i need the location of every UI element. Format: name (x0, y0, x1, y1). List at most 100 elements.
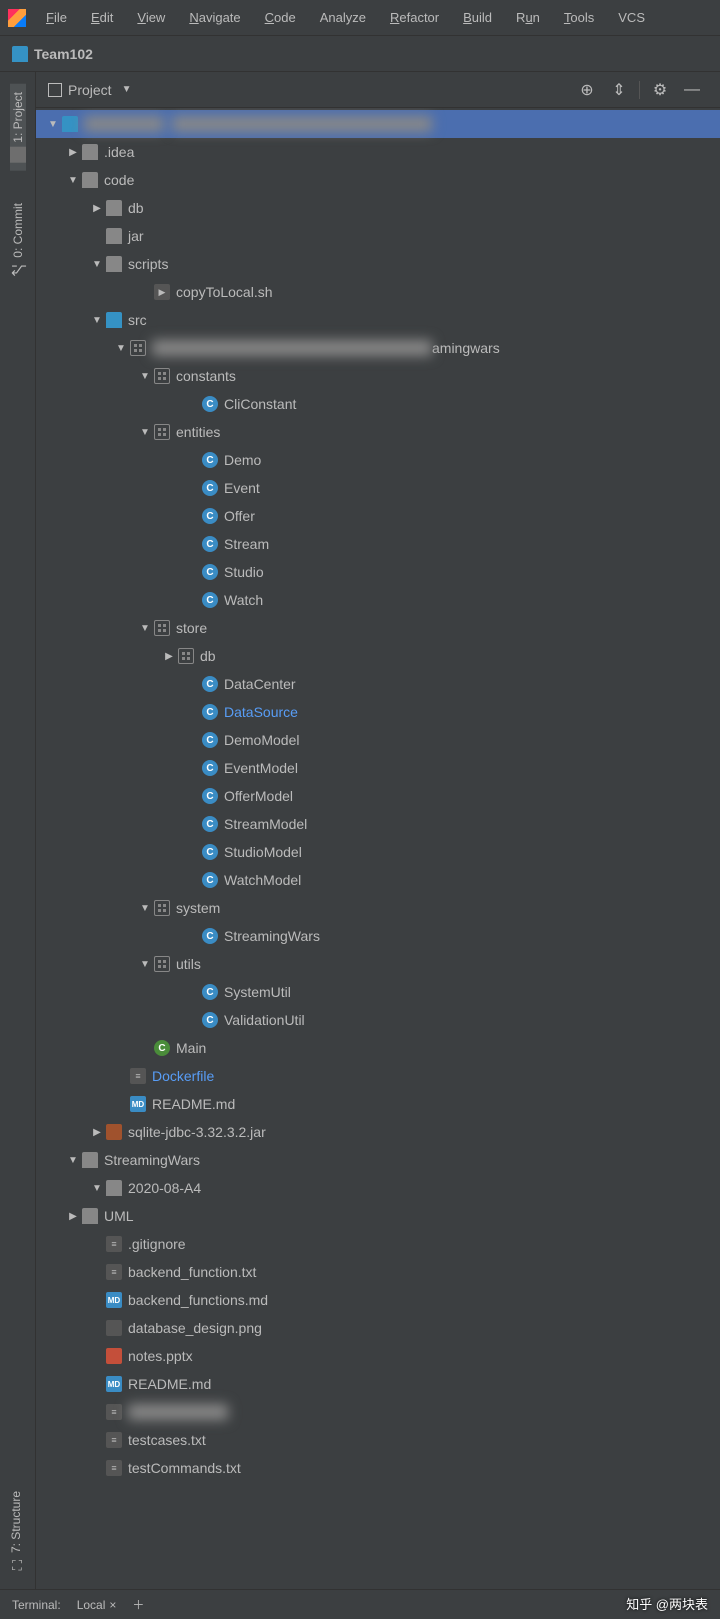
watermark: 知乎 @两块表 (626, 1594, 708, 1613)
class-icon: C (202, 984, 218, 1000)
menu-build[interactable]: Build (453, 6, 502, 29)
tree-item[interactable]: ▶CDataCenter (36, 670, 720, 698)
class-icon: C (202, 788, 218, 804)
folder-icon (12, 46, 28, 62)
tree-item[interactable]: ▶COfferModel (36, 782, 720, 810)
left-sidebar: 1: Project ⎇ 0: Commit (0, 72, 36, 1589)
sidebar-tab-commit[interactable]: ⎇ 0: Commit (10, 195, 26, 286)
tree-item[interactable]: ▶CStreamModel (36, 810, 720, 838)
class-icon: C (202, 928, 218, 944)
tree-item[interactable]: ▶CWatch (36, 586, 720, 614)
tree-item[interactable]: ▶CWatchModel (36, 866, 720, 894)
tree-item[interactable]: ▼src (36, 306, 720, 334)
tree-root[interactable]: ▼Team102 path (36, 110, 720, 138)
tree-item[interactable]: ▼entities (36, 418, 720, 446)
menu-vcs[interactable]: VCS (608, 6, 655, 29)
breadcrumb: Team102 (0, 36, 720, 72)
tree-item[interactable]: ▶≡testcases.txt (36, 1426, 720, 1454)
tree-item[interactable]: ▶CDemo (36, 446, 720, 474)
class-icon: C (202, 872, 218, 888)
locate-icon[interactable]: ⊕ (577, 80, 597, 100)
tree-item[interactable]: ▶CStream (36, 530, 720, 558)
hide-icon[interactable]: — (682, 80, 702, 100)
tree-item[interactable]: ▼utils (36, 950, 720, 978)
tree-item[interactable]: ▶▶copyToLocal.sh (36, 278, 720, 306)
menu-edit[interactable]: Edit (81, 6, 123, 29)
tree-item[interactable]: ▼constants (36, 362, 720, 390)
tree-item[interactable]: ▶notes.pptx (36, 1342, 720, 1370)
tree-item[interactable]: ▼2020-08-A4 (36, 1174, 720, 1202)
terminal-tab[interactable]: Terminal: (12, 1598, 61, 1612)
tree-item[interactable]: ▼StreamingWars (36, 1146, 720, 1174)
menu-refactor[interactable]: Refactor (380, 6, 449, 29)
folder-icon (106, 200, 122, 216)
tree-item[interactable]: ▶CCliConstant (36, 390, 720, 418)
tree-item[interactable]: ▶CDemoModel (36, 726, 720, 754)
terminal-add[interactable]: ＋ (132, 1596, 144, 1613)
tree-item[interactable]: ▶jar (36, 222, 720, 250)
tree-item[interactable]: ▶≡testCommands.txt (36, 1454, 720, 1482)
tree-item[interactable]: ▼system (36, 894, 720, 922)
structure-icon: ⛶ (8, 1557, 24, 1571)
tree-item[interactable]: ▶MDbackend_functions.md (36, 1286, 720, 1314)
tree-item[interactable]: ▶CStudioModel (36, 838, 720, 866)
file-ppt-icon (106, 1348, 122, 1364)
tree-item[interactable]: ▶CDataSource (36, 698, 720, 726)
menu-analyze[interactable]: Analyze (310, 6, 376, 29)
file-icon: ≡ (106, 1236, 122, 1252)
file-icon: ≡ (106, 1432, 122, 1448)
tree-item[interactable]: ▶db (36, 194, 720, 222)
settings-icon[interactable]: ⚙ (650, 80, 670, 100)
tree-item[interactable]: ▶MDREADME.md (36, 1370, 720, 1398)
folder-icon (106, 228, 122, 244)
class-icon: C (202, 1012, 218, 1028)
menu-run[interactable]: Run (506, 6, 550, 29)
collapse-all-icon[interactable]: ⇕ (609, 80, 629, 100)
tree-item[interactable]: ▶UML (36, 1202, 720, 1230)
sidebar-tab-project[interactable]: 1: Project (10, 84, 26, 171)
panel-header: Project ▼ ⊕ ⇕ ⚙ — (36, 72, 720, 108)
class-icon: C (202, 396, 218, 412)
class-icon: C (202, 536, 218, 552)
tree-item[interactable]: ▶sqlite-jdbc-3.32.3.2.jar (36, 1118, 720, 1146)
tree-item[interactable]: ▶db (36, 642, 720, 670)
file-jar-icon (106, 1124, 122, 1140)
commit-icon: ⎇ (10, 261, 26, 277)
tree-item[interactable]: ▶MDREADME.md (36, 1090, 720, 1118)
tree-item[interactable]: ▼edu...amingwars (36, 334, 720, 362)
tree-item[interactable]: ▼code (36, 166, 720, 194)
terminal-local-tab[interactable]: Local × (77, 1598, 117, 1612)
menu-file[interactable]: FFileile (36, 6, 77, 29)
tree-item[interactable]: ▶CValidationUtil (36, 1006, 720, 1034)
tree-item[interactable]: ▶≡Dockerfile (36, 1062, 720, 1090)
menu-view[interactable]: View (127, 6, 175, 29)
tree-item[interactable]: ▶≡.gitignore (36, 1230, 720, 1258)
panel-view-selector[interactable]: Project ▼ (48, 82, 131, 98)
tree-item[interactable]: ▼store (36, 614, 720, 642)
tree-item[interactable]: ▶CStudio (36, 558, 720, 586)
tree-item[interactable]: ▶≡backend_function.txt (36, 1258, 720, 1286)
menu-tools[interactable]: Tools (554, 6, 604, 29)
file-icon: ≡ (106, 1460, 122, 1476)
folder-icon (82, 1208, 98, 1224)
menu-code[interactable]: Code (255, 6, 306, 29)
project-tree[interactable]: ▼Team102 path ▶.idea ▼code ▶db ▶jar ▼scr… (36, 108, 720, 1589)
tree-item[interactable]: ▶database_design.png (36, 1314, 720, 1342)
tree-item[interactable]: ▶CEventModel (36, 754, 720, 782)
breadcrumb-project[interactable]: Team102 (34, 46, 93, 62)
app-icon (8, 9, 26, 27)
tree-item[interactable]: ▶COffer (36, 502, 720, 530)
tree-item[interactable]: ▶CSystemUtil (36, 978, 720, 1006)
file-icon: ≡ (106, 1264, 122, 1280)
tree-item[interactable]: ▼scripts (36, 250, 720, 278)
file-md-icon: MD (106, 1292, 122, 1308)
sidebar-tab-structure[interactable]: ⛶ 7: Structure (8, 1483, 24, 1579)
tree-item[interactable]: ▶CStreamingWars (36, 922, 720, 950)
tree-item[interactable]: ▶CMain (36, 1034, 720, 1062)
class-icon: C (202, 844, 218, 860)
tree-item[interactable]: ▶.idea (36, 138, 720, 166)
tree-item[interactable]: ▶≡x (36, 1398, 720, 1426)
class-icon: C (202, 508, 218, 524)
menu-navigate[interactable]: Navigate (179, 6, 250, 29)
tree-item[interactable]: ▶CEvent (36, 474, 720, 502)
